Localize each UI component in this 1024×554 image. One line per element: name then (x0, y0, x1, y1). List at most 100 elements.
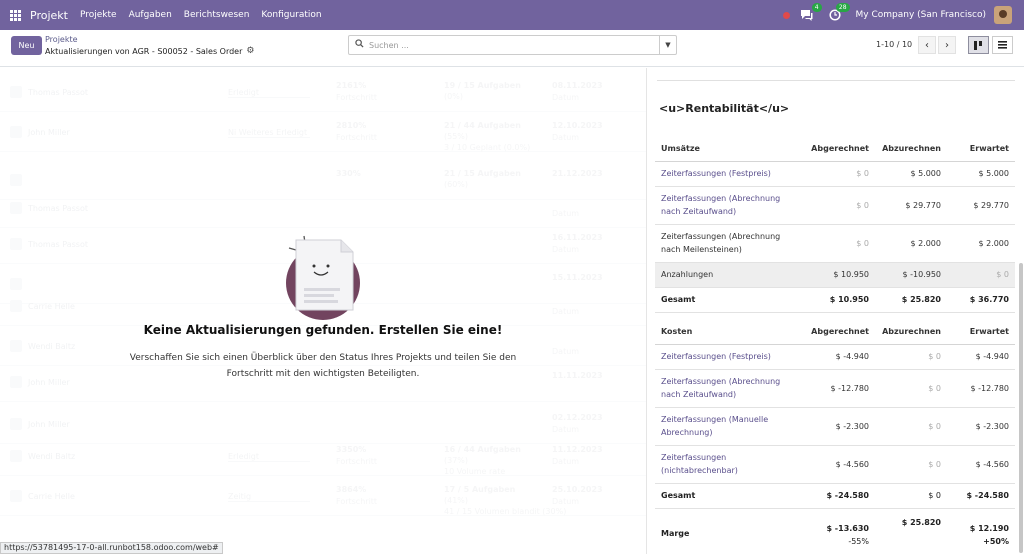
list-view-icon[interactable] (992, 36, 1013, 54)
cost-row-label[interactable]: Zeiterfassungen (Abrechnung nach Zeitauf… (655, 369, 805, 408)
empty-state-title: Keine Aktualisierungen gefunden. Erstell… (143, 323, 503, 337)
empty-state-text: Verschaffen Sie sich einen Überblick übe… (129, 353, 517, 379)
revenue-header-to-invoice: Abzurechnen (875, 136, 947, 162)
cost-row: Zeiterfassungen (nichtabrechenbar) $ -4.… (655, 445, 1015, 484)
apps-menu-icon[interactable] (0, 0, 30, 30)
breadcrumb-parent[interactable]: Projekte (45, 35, 78, 44)
breadcrumb-current: Aktualisierungen von AGR - S00052 - Sale… (45, 46, 254, 56)
costs-total-to-invoice: $ 0 (875, 483, 947, 509)
costs-total-invoiced: $ -24.580 (805, 483, 875, 509)
app-brand[interactable]: Projekt (30, 9, 68, 22)
new-button[interactable]: Neu (11, 36, 42, 55)
cost-row-invoiced: $ -12.780 (805, 369, 875, 408)
cost-row-expected: $ -4.560 (947, 445, 1015, 484)
cost-row-to-invoice: $ 0 (875, 445, 947, 484)
revenue-header-label: Umsätze (655, 136, 805, 162)
costs-header-label: Kosten (655, 319, 805, 345)
margin-to-invoice: $ 25.820 (901, 518, 941, 527)
cost-row-invoiced: $ -2.300 (805, 407, 875, 446)
revenue-row: Zeiterfassungen (Abrechnung nach Meilens… (655, 224, 1015, 263)
margin-label: Marge (661, 528, 690, 538)
costs-total-row: Gesamt $ -24.580 $ 0 $ -24.580 (655, 483, 1015, 509)
browser-status-url: https://53781495-17-0-all.runbot158.odoo… (0, 542, 223, 554)
menu-projekte[interactable]: Projekte (80, 10, 117, 20)
panel-scrollbar[interactable] (1019, 263, 1023, 553)
chat-icon[interactable]: 4 (800, 3, 822, 22)
search-bar[interactable]: Suchen ... ▼ (348, 35, 677, 55)
cost-row: Zeiterfassungen (Festpreis) $ -4.940 $ 0… (655, 344, 1015, 370)
revenue-table: Umsätze Abgerechnet Abzurechnen Erwartet… (655, 136, 1015, 313)
margin-expected-percent: +50% (983, 537, 1009, 546)
cost-row-expected: $ -2.300 (947, 407, 1015, 446)
activities-badge: 28 (835, 3, 850, 12)
cost-row: Zeiterfassungen (Abrechnung nach Zeitauf… (655, 369, 1015, 408)
revenue-row-label[interactable]: Zeiterfassungen (Festpreis) (655, 161, 805, 187)
empty-document-illustration-icon (286, 235, 360, 320)
margin-invoiced: $ -13.630 -55% (805, 514, 875, 552)
margin-invoiced-value: $ -13.630 (826, 524, 869, 533)
cost-row-to-invoice: $ 0 (875, 407, 947, 446)
revenue-row-expected: $ 2.000 (947, 224, 1015, 263)
costs-total-expected: $ -24.580 (947, 483, 1015, 509)
search-options-caret-icon[interactable]: ▼ (659, 36, 676, 54)
revenue-row-to-invoice: $ 2.000 (875, 224, 947, 263)
margin-row: Marge $ -13.630 -55% $ 25.820 $ 12.190 +… (655, 514, 1015, 552)
cost-row-expected: $ -12.780 (947, 369, 1015, 408)
costs-total-label: Gesamt (655, 483, 805, 509)
cost-row-expected: $ -4.940 (947, 344, 1015, 370)
company-switcher[interactable]: My Company (San Francisco) (856, 10, 986, 20)
gear-icon[interactable]: ⚙ (246, 46, 254, 56)
cost-row-invoiced: $ -4.560 (805, 445, 875, 484)
revenue-header-invoiced: Abgerechnet (805, 136, 875, 162)
revenue-total-to-invoice: $ 25.820 (875, 287, 947, 313)
revenue-row-to-invoice: $ 5.000 (875, 161, 947, 187)
cost-row-label[interactable]: Zeiterfassungen (Festpreis) (655, 344, 805, 370)
cost-row-to-invoice: $ 0 (875, 369, 947, 408)
revenue-row: Anzahlungen $ 10.950 $ -10.950 $ 0 (655, 262, 1015, 288)
revenue-row-invoiced: $ 0 (805, 161, 875, 187)
revenue-row: Zeiterfassungen (Abrechnung nach Zeitauf… (655, 186, 1015, 225)
top-navbar: Projekt Projekte Aufgaben Berichtswesen … (0, 0, 1024, 30)
costs-header-expected: Erwartet (947, 319, 1015, 345)
revenue-total-row: Gesamt $ 10.950 $ 25.820 $ 36.770 (655, 287, 1015, 313)
menu-aufgaben[interactable]: Aufgaben (129, 10, 172, 20)
costs-header-to-invoice: Abzurechnen (875, 319, 947, 345)
pager-next-icon[interactable]: › (938, 36, 956, 54)
cost-row-invoiced: $ -4.940 (805, 344, 875, 370)
cost-row-label[interactable]: Zeiterfassungen (nichtabrechenbar) (655, 445, 805, 484)
activity-clock-icon[interactable]: 28 (828, 3, 850, 22)
revenue-row-label[interactable]: Zeiterfassungen (Abrechnung nach Zeitauf… (655, 186, 805, 225)
revenue-row: Zeiterfassungen (Festpreis) $ 0 $ 5.000 … (655, 161, 1015, 187)
pager-value[interactable]: 1-10 / 10 (876, 40, 912, 49)
menu-konfiguration[interactable]: Konfiguration (261, 10, 321, 20)
messages-badge: 4 (811, 3, 822, 12)
search-input[interactable]: Suchen ... (369, 41, 659, 50)
user-avatar[interactable] (994, 6, 1012, 24)
costs-header-invoiced: Abgerechnet (805, 319, 875, 345)
margin-table: Marge $ -13.630 -55% $ 25.820 $ 12.190 +… (655, 514, 1015, 552)
cost-row: Zeiterfassungen (Manuelle Abrechnung) $ … (655, 407, 1015, 446)
revenue-row-to-invoice: $ -10.950 (875, 262, 947, 288)
cost-row-to-invoice: $ 0 (875, 344, 947, 370)
margin-expected: $ 12.190 +50% (947, 514, 1015, 552)
pager-previous-icon[interactable]: ‹ (918, 36, 936, 54)
search-icon (349, 39, 369, 51)
revenue-row-to-invoice: $ 29.770 (875, 186, 947, 225)
costs-table: Kosten Abgerechnet Abzurechnen Erwartet … (655, 319, 1015, 509)
status-dot-icon[interactable] (782, 11, 790, 19)
profitability-panel: <u>Rentabilität</u> Umsätze Abgerechnet … (646, 68, 1024, 554)
control-panel: Neu Projekte Aktualisierungen von AGR - … (0, 30, 1024, 67)
revenue-row-invoiced: $ 10.950 (805, 262, 875, 288)
menu-berichtswesen[interactable]: Berichtswesen (184, 10, 250, 20)
revenue-row-invoiced: $ 0 (805, 224, 875, 263)
kanban-view-icon[interactable] (968, 36, 989, 54)
revenue-row-expected: $ 0 (947, 262, 1015, 288)
revenue-row-expected: $ 5.000 (947, 161, 1015, 187)
revenue-total-invoiced: $ 10.950 (805, 287, 875, 313)
profitability-title: <u>Rentabilität</u> (659, 102, 790, 115)
margin-expected-value: $ 12.190 (969, 524, 1009, 533)
cost-row-label[interactable]: Zeiterfassungen (Manuelle Abrechnung) (655, 407, 805, 446)
revenue-header-expected: Erwartet (947, 136, 1015, 162)
revenue-row-label: Anzahlungen (655, 262, 805, 288)
revenue-total-expected: $ 36.770 (947, 287, 1015, 313)
